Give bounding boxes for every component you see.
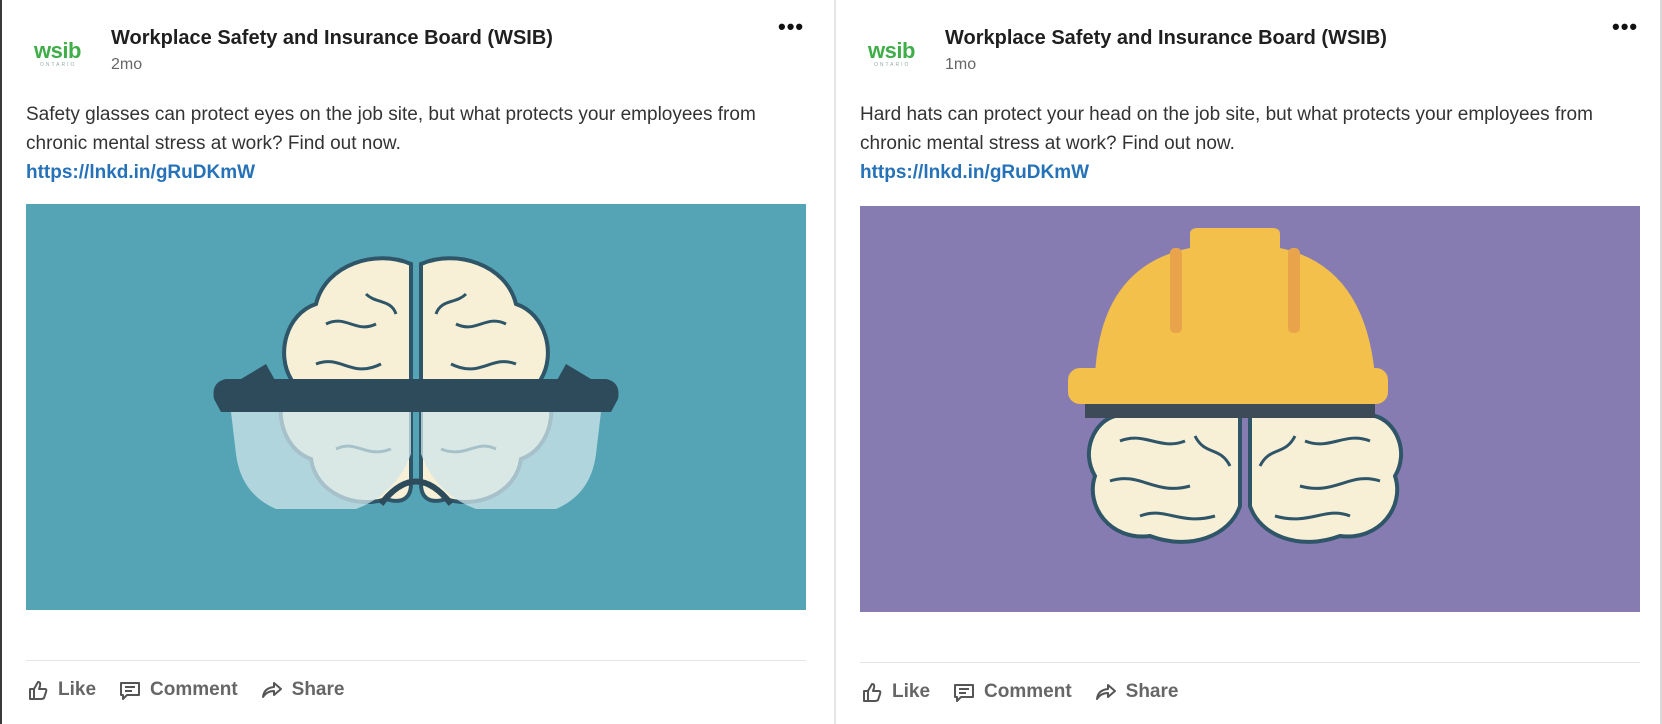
like-label: Like xyxy=(892,681,931,702)
comment-button[interactable]: Comment xyxy=(118,678,238,702)
brain-safety-glasses-illustration xyxy=(213,256,619,509)
action-bar: Like Comment Share xyxy=(860,680,1178,704)
thumbs-up-icon xyxy=(863,683,882,702)
share-button[interactable]: Share xyxy=(260,678,345,702)
brain-hard-hat-illustration xyxy=(1068,228,1404,544)
more-options-icon[interactable]: ••• xyxy=(778,16,804,38)
post-image[interactable] xyxy=(26,204,806,610)
comment-label: Comment xyxy=(984,681,1072,702)
action-divider xyxy=(860,662,1640,663)
share-arrow-icon xyxy=(1095,684,1116,700)
post-text-body: Hard hats can protect your head on the j… xyxy=(860,104,1593,154)
comment-label: Comment xyxy=(150,679,238,700)
post-time: 2mo xyxy=(111,56,143,73)
logo-subtitle: ONTARIO xyxy=(40,62,77,68)
like-button[interactable]: Like xyxy=(26,678,96,702)
feed-post: wsib ONTARIO Workplace Safety and Insura… xyxy=(26,0,806,724)
like-button[interactable]: Like xyxy=(860,680,930,704)
share-label: Share xyxy=(291,679,345,700)
post-text-body: Safety glasses can protect eyes on the j… xyxy=(26,104,756,154)
share-label: Share xyxy=(1125,681,1179,702)
action-bar: Like Comment Share xyxy=(26,678,344,702)
company-logo[interactable]: wsib ONTARIO xyxy=(34,28,92,74)
feed-post: wsib ONTARIO Workplace Safety and Insura… xyxy=(860,0,1640,724)
author-name[interactable]: Workplace Safety and Insurance Board (WS… xyxy=(945,27,1387,50)
logo-wordmark: wsib xyxy=(34,38,81,63)
post-header: wsib ONTARIO Workplace Safety and Insura… xyxy=(860,0,1640,90)
author-name[interactable]: Workplace Safety and Insurance Board (WS… xyxy=(111,27,553,50)
feed-divider xyxy=(834,0,836,724)
company-logo[interactable]: wsib ONTARIO xyxy=(868,28,926,74)
logo-wordmark: wsib xyxy=(868,38,915,63)
like-label: Like xyxy=(58,679,97,700)
share-arrow-icon xyxy=(261,682,282,698)
post-header: wsib ONTARIO Workplace Safety and Insura… xyxy=(26,0,806,90)
action-divider xyxy=(26,660,806,661)
post-image[interactable] xyxy=(860,206,1640,612)
post-time: 1mo xyxy=(945,56,977,73)
post-text: Hard hats can protect your head on the j… xyxy=(860,100,1620,187)
comment-button[interactable]: Comment xyxy=(952,680,1072,704)
page-edge xyxy=(0,0,2,724)
post-link[interactable]: https://lnkd.in/gRuDKmW xyxy=(26,158,786,187)
post-text: Safety glasses can protect eyes on the j… xyxy=(26,100,786,187)
more-options-icon[interactable]: ••• xyxy=(1612,16,1638,38)
thumbs-up-icon xyxy=(29,681,48,700)
post-link[interactable]: https://lnkd.in/gRuDKmW xyxy=(860,158,1620,187)
logo-subtitle: ONTARIO xyxy=(874,62,911,68)
share-button[interactable]: Share xyxy=(1094,680,1179,704)
comment-icon xyxy=(120,682,141,700)
comment-icon xyxy=(954,684,975,702)
